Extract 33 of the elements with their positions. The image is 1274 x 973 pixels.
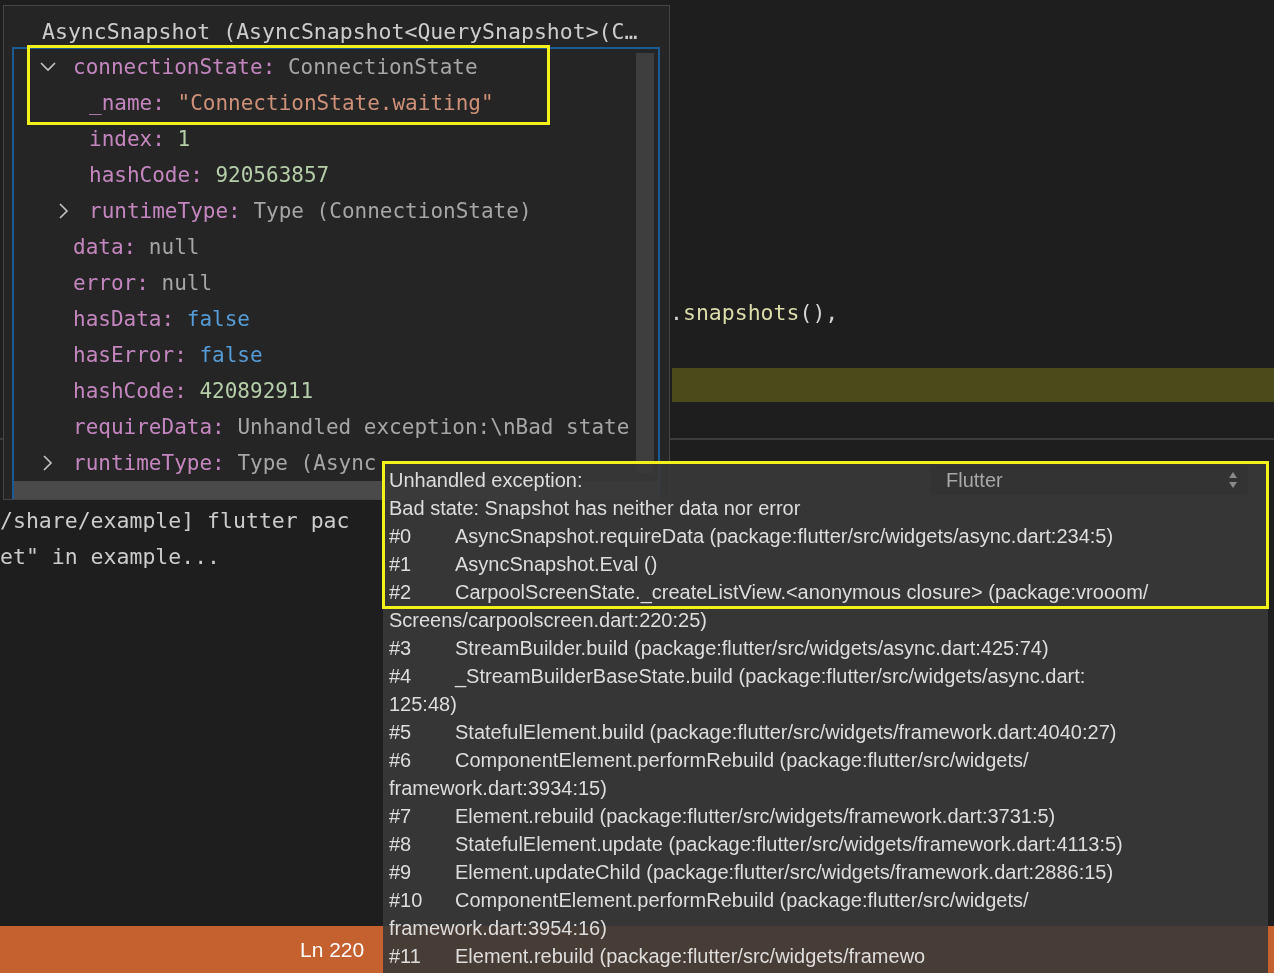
stack-frame-line: #1 AsyncSnapshot.Eval (): [389, 552, 658, 577]
variable-entry[interactable]: hasError: false: [73, 343, 263, 367]
variable-entry[interactable]: _name: "ConnectionState.waiting": [89, 91, 494, 115]
stack-frame-line: #9 Element.updateChild (package:flutter/src/widgets/framework.dart:2886:15): [389, 860, 1114, 885]
stack-frame-line: #0 AsyncSnapshot.requireData (package:flutter/src/widgets/async.dart:234:5): [389, 524, 1114, 549]
variable-entry[interactable]: runtimeType: Type (Async: [73, 451, 377, 475]
hover-title: AsyncSnapshot (AsyncSnapshot<QuerySnapshot>(C…: [41, 18, 639, 46]
variable-entry[interactable]: data: null: [73, 235, 200, 259]
stack-frame-line: #5 StatefulElement.build (package:flutter/src/widgets/framework.dart:4040:27): [389, 720, 1117, 745]
up-down-caret-icon: [1228, 471, 1238, 489]
variable-entry[interactable]: hasData: false: [73, 307, 250, 331]
variable-entry[interactable]: error: null: [73, 271, 213, 295]
variable-entry[interactable]: hashCode: 420892911: [73, 379, 314, 403]
variable-entry[interactable]: hashCode: 920563857: [89, 163, 330, 187]
stack-frame-line: #4 _StreamBuilderBaseState.build (package:flutter/src/widgets/async.dart: 125:48): [389, 664, 1086, 717]
terminal-output-line: et" in example...: [0, 543, 221, 571]
stack-frame-line: #10 ComponentElement.performRebuild (package:flutter/src/widgets/ framework.dart:3954:16): [389, 888, 1029, 941]
stack-frame-line: #11 Element.rebuild (package:flutter/src/widgets/framewo: [389, 944, 926, 969]
status-bar-item[interactable]: Ln 220: [300, 937, 365, 962]
stack-frame-line: #7 Element.rebuild (package:flutter/src/widgets/framework.dart:3731:5): [389, 804, 1056, 829]
terminal-output-line: /share/example] flutter pac: [0, 507, 350, 535]
variable-entry[interactable]: connectionState: ConnectionState: [73, 55, 478, 79]
code-line: .snapshots(),: [670, 299, 839, 327]
stack-frame-line: #8 StatefulElement.update (package:flutter/src/widgets/framework.dart:4113:5): [389, 832, 1123, 857]
stack-frame-line: #6 ComponentElement.performRebuild (package:flutter/src/widgets/ framework.dart:3934:15): [389, 748, 1029, 801]
exception-message: Bad state: Snapshot has neither data nor error: [389, 496, 801, 521]
exception-message: Unhandled exception:: [389, 468, 583, 493]
variable-entry[interactable]: runtimeType: Type (ConnectionState): [89, 199, 532, 223]
variable-entry[interactable]: index: 1: [89, 127, 191, 151]
variable-entry[interactable]: requireData: Unhandled exception:\nBad state: [73, 415, 630, 439]
terminal-select-dropdown[interactable]: Flutter: [930, 465, 1248, 495]
stack-frame-line: #3 StreamBuilder.build (package:flutter/src/widgets/async.dart:425:74): [389, 636, 1049, 661]
stack-frame-line: #2 CarpoolScreenState._createListView.<anonymous closure> (package:vrooom/ Screens/carpoolscreen.dart:220:25): [389, 580, 1149, 633]
